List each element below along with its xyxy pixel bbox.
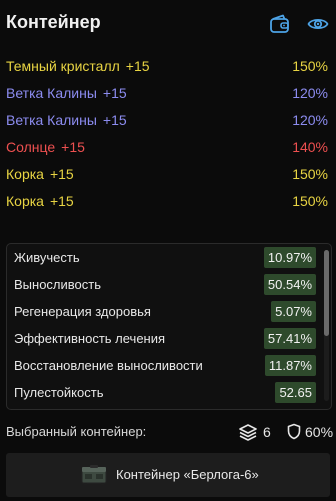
item-row[interactable]: Солнце +15 140% <box>0 135 336 162</box>
stat-value: 5.07% <box>271 301 316 322</box>
item-bonus: +15 <box>49 166 74 182</box>
item-percent: 120% <box>292 112 328 128</box>
stat-row: Эффективность лечения 57.41% <box>7 325 319 352</box>
item-name: Ветка Калины +15 <box>6 112 127 128</box>
stats-panel[interactable]: Живучесть 10.97% Выносливость 50.54% Рег… <box>6 243 332 410</box>
item-bonus: +15 <box>102 85 127 101</box>
stat-row: Восстановление выносливости 11.87% <box>7 352 319 379</box>
shield-icon <box>287 423 301 440</box>
protection-percent: 60% <box>305 424 334 440</box>
item-name: Солнце +15 <box>6 139 85 155</box>
stat-row: Пулестойкость 52.65 <box>7 379 319 406</box>
stat-label: Живучесть <box>14 250 80 265</box>
stat-label: Регенерация здоровья <box>14 304 151 319</box>
item-percent: 150% <box>292 58 328 74</box>
page-title: Контейнер <box>6 12 101 32</box>
stat-label: Эффективность лечения <box>14 331 166 346</box>
stat-row: Выносливость 50.54% <box>7 271 319 298</box>
stat-value: 11.87% <box>264 355 316 376</box>
item-row[interactable]: Ветка Калины +15 120% <box>0 81 336 108</box>
eye-icon[interactable] <box>307 13 329 35</box>
stat-row: Регенерация здоровья 5.07% <box>7 298 319 325</box>
stat-value: 10.97% <box>263 247 316 268</box>
container-name: Контейнер «Берлога-6» <box>116 467 259 482</box>
stat-value: 52.65 <box>275 382 316 403</box>
stat-label: Выносливость <box>14 277 101 292</box>
item-row[interactable]: Темный кристалл +15 150% <box>0 54 336 81</box>
container-select-button[interactable]: Контейнер «Берлога-6» <box>6 453 330 497</box>
selected-container-row: Выбранный контейнер: 6 60% <box>0 418 336 446</box>
stat-value: 57.41% <box>263 328 316 349</box>
item-percent: 150% <box>292 166 328 182</box>
item-bonus: +15 <box>102 112 127 128</box>
item-row[interactable]: Ветка Калины +15 120% <box>0 108 336 135</box>
header: Контейнер <box>0 0 336 46</box>
item-bonus: +15 <box>61 139 85 155</box>
selected-container-label: Выбранный контейнер: <box>6 424 147 439</box>
stat-label: Восстановление выносливости <box>14 358 203 373</box>
item-percent: 120% <box>292 85 328 101</box>
item-row[interactable]: Корка +15 150% <box>0 162 336 189</box>
stat-label: Пулестойкость <box>14 385 104 400</box>
stats-scrollbar[interactable] <box>324 250 329 401</box>
item-row[interactable]: Корка +15 150% <box>0 189 336 216</box>
stat-row: Живучесть 10.97% <box>7 244 319 271</box>
stat-value: 50.54% <box>263 274 316 295</box>
item-bonus: +15 <box>49 193 74 209</box>
item-name: Темный кристалл +15 <box>6 58 150 74</box>
item-name: Ветка Калины +15 <box>6 85 127 101</box>
item-percent: 140% <box>292 139 328 155</box>
item-name: Корка +15 <box>6 193 74 209</box>
layers-icon <box>239 424 257 441</box>
item-name: Корка +15 <box>6 166 74 182</box>
scrollbar-thumb[interactable] <box>324 250 329 336</box>
layers-count: 6 <box>263 424 271 440</box>
item-bonus: +15 <box>125 58 150 74</box>
container-box-icon <box>81 465 107 485</box>
wallet-icon[interactable] <box>269 13 291 35</box>
item-percent: 150% <box>292 193 328 209</box>
item-list: Темный кристалл +15 150% Ветка Калины +15 … <box>0 54 336 216</box>
